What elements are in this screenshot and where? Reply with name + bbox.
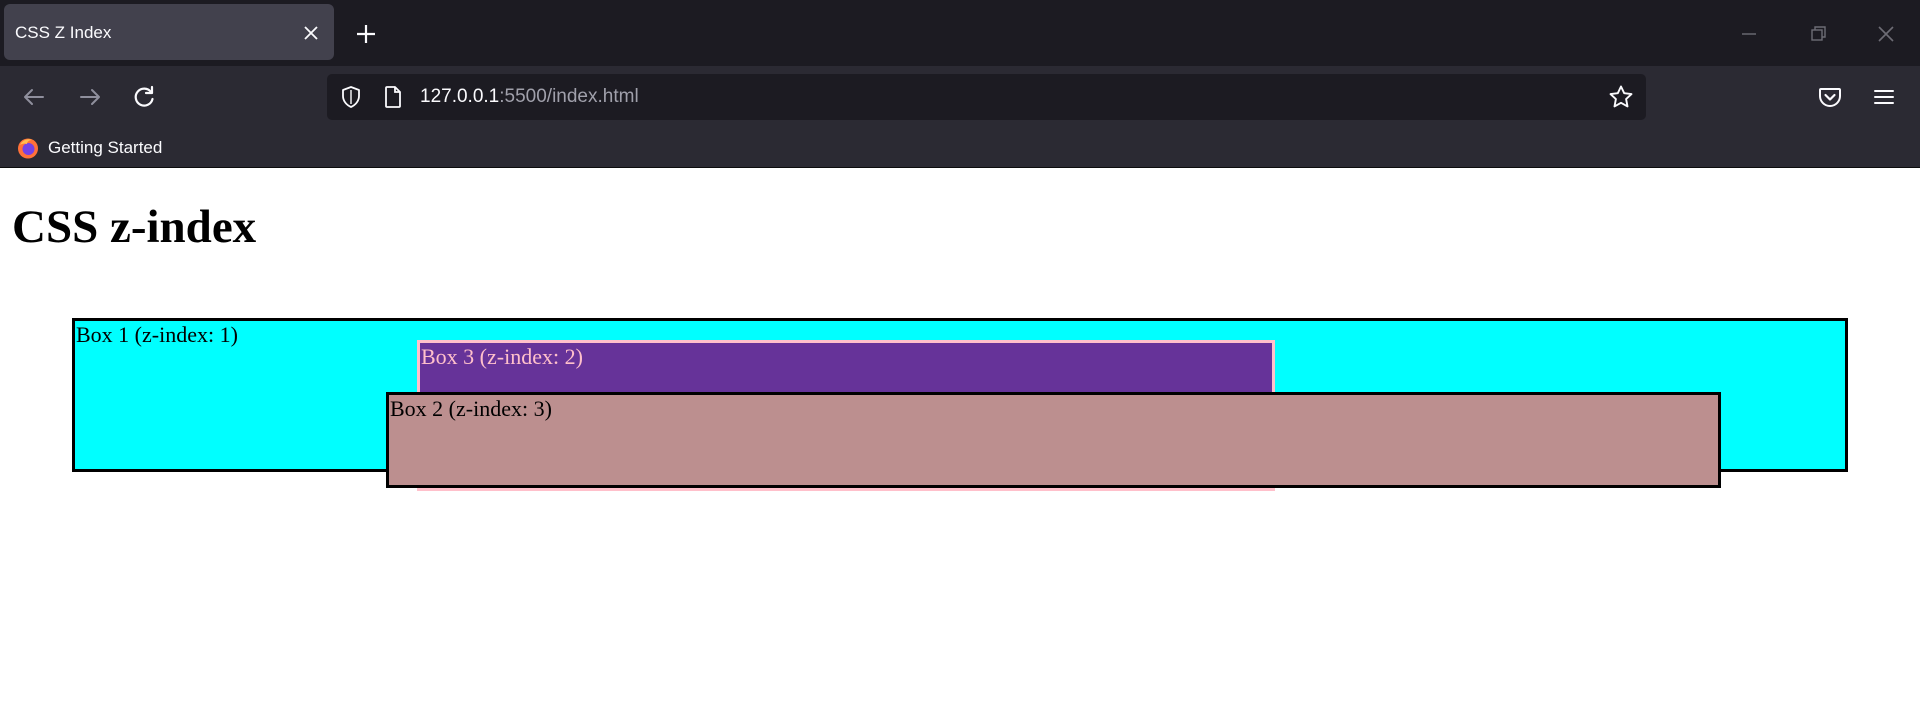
hamburger-menu-icon[interactable] [1870, 83, 1898, 111]
box-2: Box 2 (z-index: 3) [386, 392, 1721, 488]
star-icon[interactable] [1608, 84, 1634, 110]
page-icon[interactable] [381, 85, 405, 109]
navigation-toolbar: 127.0.0.1:5500/index.html [0, 66, 1920, 128]
firefox-icon [18, 138, 38, 159]
close-icon[interactable] [1872, 20, 1900, 48]
reload-icon[interactable] [130, 83, 158, 111]
box-2-label: Box 2 (z-index: 3) [390, 396, 552, 421]
address-bar[interactable]: 127.0.0.1:5500/index.html [327, 74, 1646, 120]
arrow-left-icon[interactable] [20, 83, 48, 111]
tab-css-z-index[interactable]: CSS Z Index [4, 4, 334, 60]
arrow-right-icon[interactable] [76, 83, 104, 111]
plus-icon[interactable] [352, 20, 380, 48]
bookmark-label: Getting Started [48, 138, 163, 157]
minimize-icon[interactable] [1735, 20, 1763, 48]
close-icon[interactable] [302, 24, 320, 42]
restore-icon[interactable] [1804, 20, 1832, 48]
pocket-icon[interactable] [1816, 83, 1844, 111]
box-1-label: Box 1 (z-index: 1) [76, 322, 238, 347]
url-text[interactable]: 127.0.0.1:5500/index.html [420, 74, 639, 120]
url-host: 127.0.0.1 [420, 86, 500, 107]
url-path: :5500/index.html [499, 86, 639, 107]
shield-icon[interactable] [339, 85, 363, 109]
tab-bar: CSS Z Index [0, 0, 1920, 66]
bookmarks-toolbar: Getting Started [0, 128, 1920, 168]
box-3-label: Box 3 (z-index: 2) [421, 344, 583, 369]
page-heading: CSS z-index [12, 201, 257, 253]
tab-title: CSS Z Index [15, 23, 112, 42]
page-content: CSS z-index Box 1 (z-index: 1) Box 3 (z-… [0, 168, 1920, 711]
